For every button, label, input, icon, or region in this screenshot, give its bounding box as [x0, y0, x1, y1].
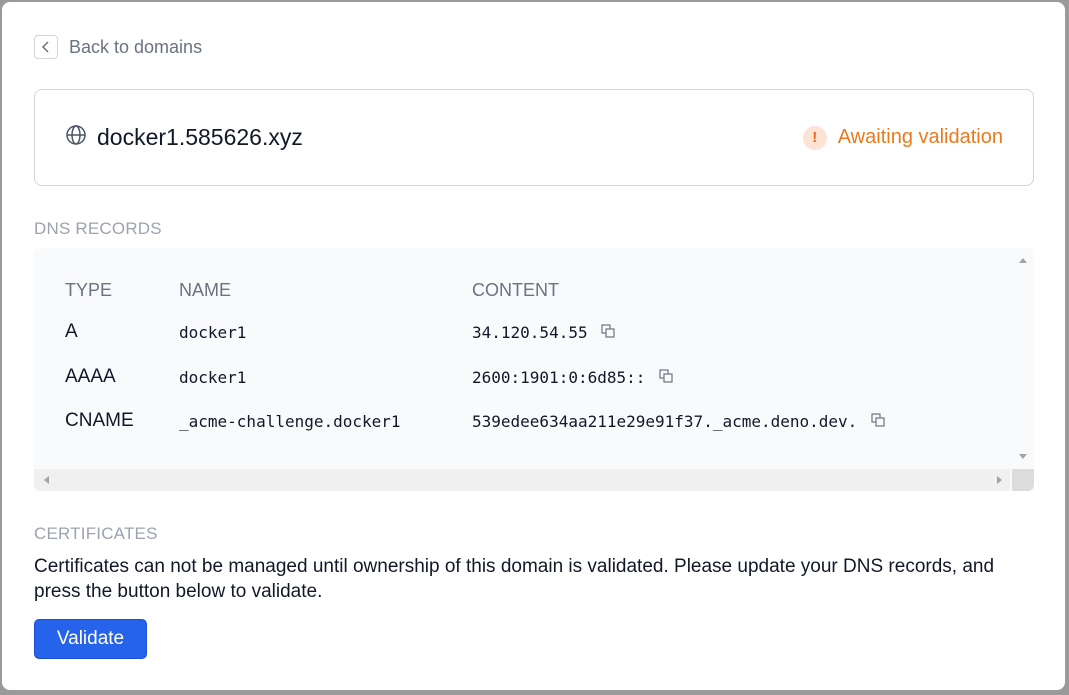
record-type: CNAME	[65, 410, 134, 431]
chevron-left-icon	[34, 35, 58, 59]
column-header-content: CONTENT	[472, 280, 559, 300]
record-name: docker1	[179, 368, 247, 387]
record-name: docker1	[179, 323, 247, 342]
record-content: 2600:1901:0:6d85::	[472, 368, 646, 388]
record-content: 34.120.54.55	[472, 323, 588, 343]
status-text: Awaiting validation	[837, 126, 1003, 148]
back-link-label: Back to domains	[69, 36, 203, 57]
record-content: 539edee634aa211e29e91f37._acme.deno.dev.	[472, 412, 858, 432]
scrollbar-corner	[1012, 469, 1034, 491]
horizontal-scrollbar[interactable]	[34, 469, 1010, 491]
domain-card: docker1.585626.xyz ! Awaiting validation	[34, 89, 1034, 186]
globe-icon	[65, 124, 87, 151]
certificates-title: CERTIFICATES	[34, 524, 158, 543]
warning-icon: !	[802, 125, 827, 150]
validate-button[interactable]: Validate	[34, 619, 147, 659]
column-header-type: TYPE	[65, 280, 113, 300]
record-type: AAAA	[65, 366, 116, 387]
copy-icon[interactable]	[659, 367, 673, 389]
dns-records-table: TYPE NAME CONTENT A docker1 34.120.54.55…	[34, 248, 1034, 491]
back-to-domains-link[interactable]: Back to domains	[34, 34, 202, 60]
vertical-scrollbar[interactable]	[1012, 248, 1034, 468]
record-name: _acme-challenge.docker1	[179, 412, 401, 431]
domain-detail-modal: Back to domains docker1.585626.xyz ! Awa…	[2, 2, 1065, 690]
dns-records-title: DNS RECORDS	[34, 219, 162, 238]
domain-name: docker1.585626.xyz	[97, 124, 303, 150]
copy-icon[interactable]	[601, 322, 615, 344]
record-type: A	[65, 321, 78, 342]
certificates-description: Certificates can not be managed until ow…	[34, 556, 995, 602]
copy-icon[interactable]	[870, 411, 885, 433]
column-header-name: NAME	[179, 280, 232, 300]
status-badge: ! Awaiting validation	[802, 125, 1003, 150]
